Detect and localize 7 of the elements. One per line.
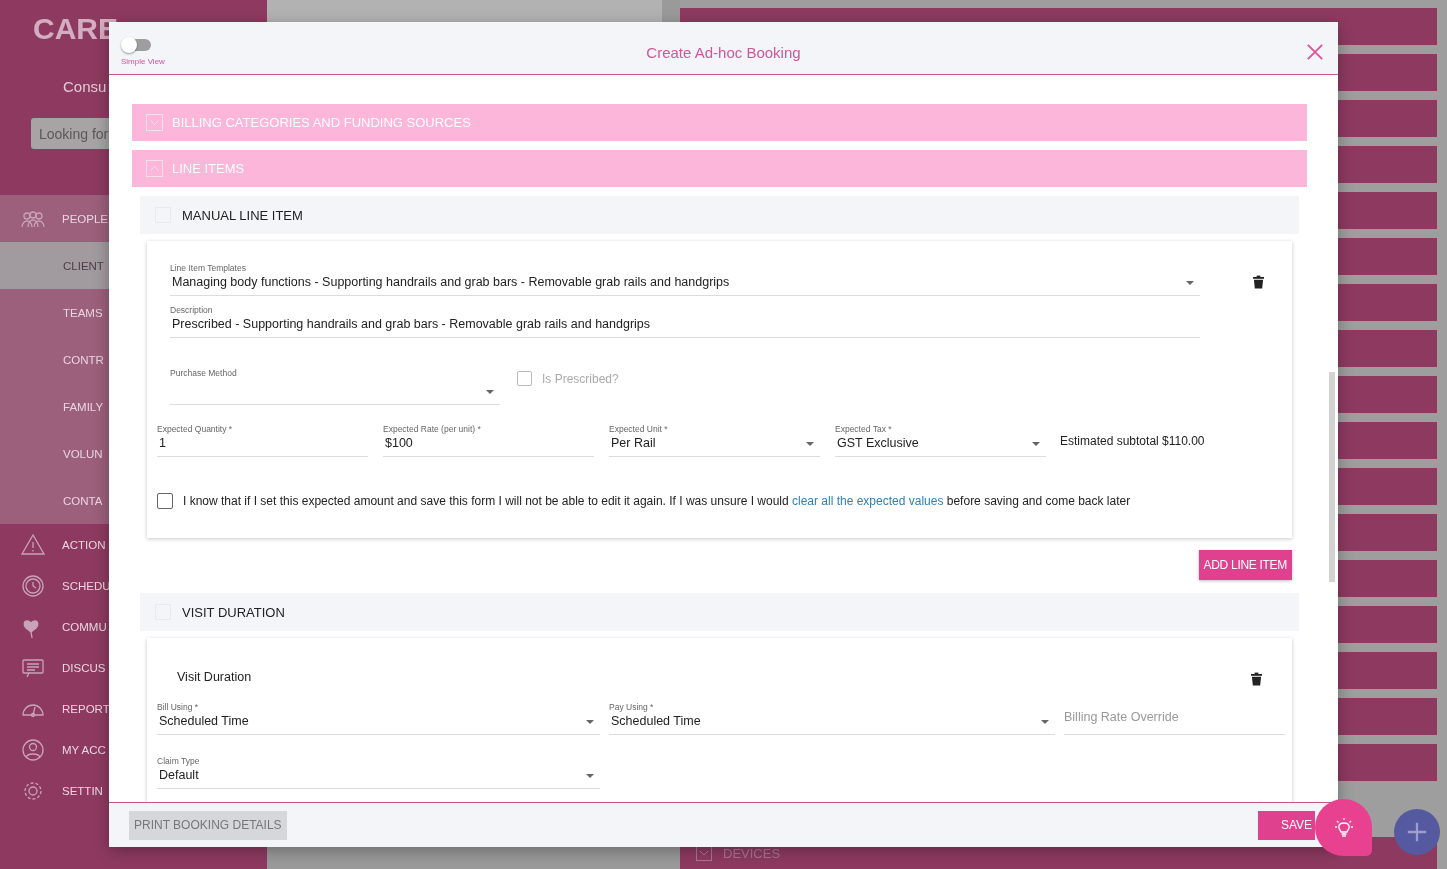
subtotal-text: Estimated subtotal $110.00 — [1060, 434, 1205, 448]
acknowledgement-text: I know that if I set this expected amount and save this form I will not be able to edit it again. If I was unsure I would clear all the expected values before saving and come back later — [183, 494, 1131, 508]
checkbox-label: Is Prescribed? — [542, 371, 619, 386]
card-title: Visit Duration — [177, 670, 252, 684]
dialog-title: Create Ad-hoc Booking — [646, 43, 801, 61]
account-name: Consu — [63, 78, 107, 97]
toggle-label: Simple View — [121, 57, 165, 66]
